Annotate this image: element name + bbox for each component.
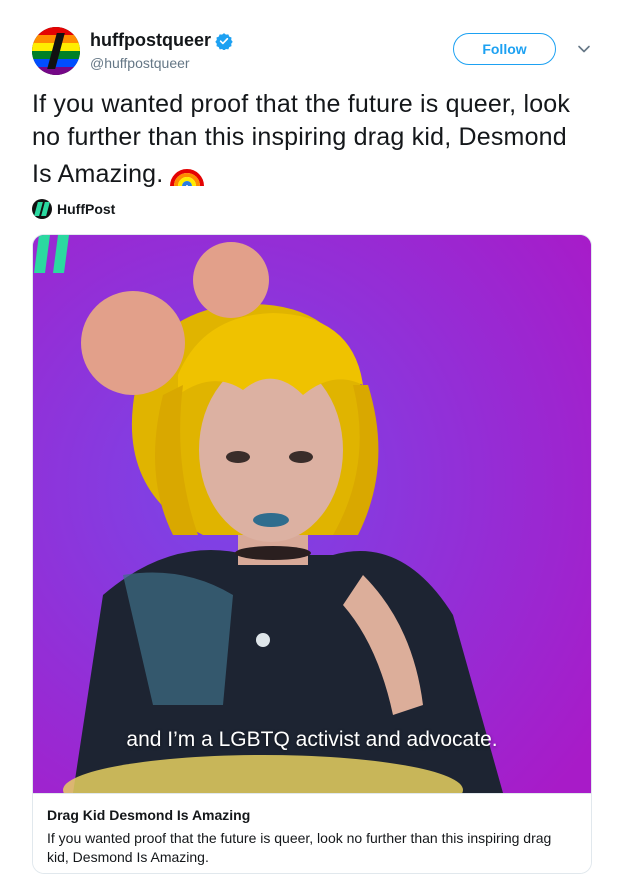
card-info[interactable]: Drag Kid Desmond Is Amazing If you wante… xyxy=(33,793,591,873)
rainbow-emoji xyxy=(170,169,205,187)
tweet-header: huffpostqueer @huffpostqueer Follow xyxy=(32,27,592,77)
link-card[interactable]: and I’m a LGBTQ activist and advocate. D… xyxy=(32,234,592,874)
video-caption: and I’m a LGBTQ activist and advocate. xyxy=(126,728,498,751)
huffpost-watermark-icon xyxy=(34,235,69,273)
video-scene xyxy=(33,235,591,793)
tweet-text: If you wanted proof that the future is q… xyxy=(32,88,592,191)
follow-button[interactable]: Follow xyxy=(453,33,556,65)
huffpost-logo-icon xyxy=(32,199,52,219)
video-thumbnail[interactable]: and I’m a LGBTQ activist and advocate. xyxy=(33,235,591,793)
card-source[interactable]: HuffPost xyxy=(32,199,115,219)
verified-badge-icon xyxy=(215,32,233,50)
avatar[interactable] xyxy=(32,27,80,75)
card-title[interactable]: Drag Kid Desmond Is Amazing xyxy=(47,807,250,823)
chevron-down-icon[interactable] xyxy=(577,44,591,54)
account-name-row[interactable]: huffpostqueer xyxy=(90,30,233,51)
account-handle[interactable]: @huffpostqueer xyxy=(90,55,190,71)
card-source-name[interactable]: HuffPost xyxy=(57,201,115,217)
tweet-text-content: If you wanted proof that the future is q… xyxy=(32,90,571,188)
account-name[interactable]: huffpostqueer xyxy=(90,30,211,51)
card-description: If you wanted proof that the future is q… xyxy=(47,830,552,865)
